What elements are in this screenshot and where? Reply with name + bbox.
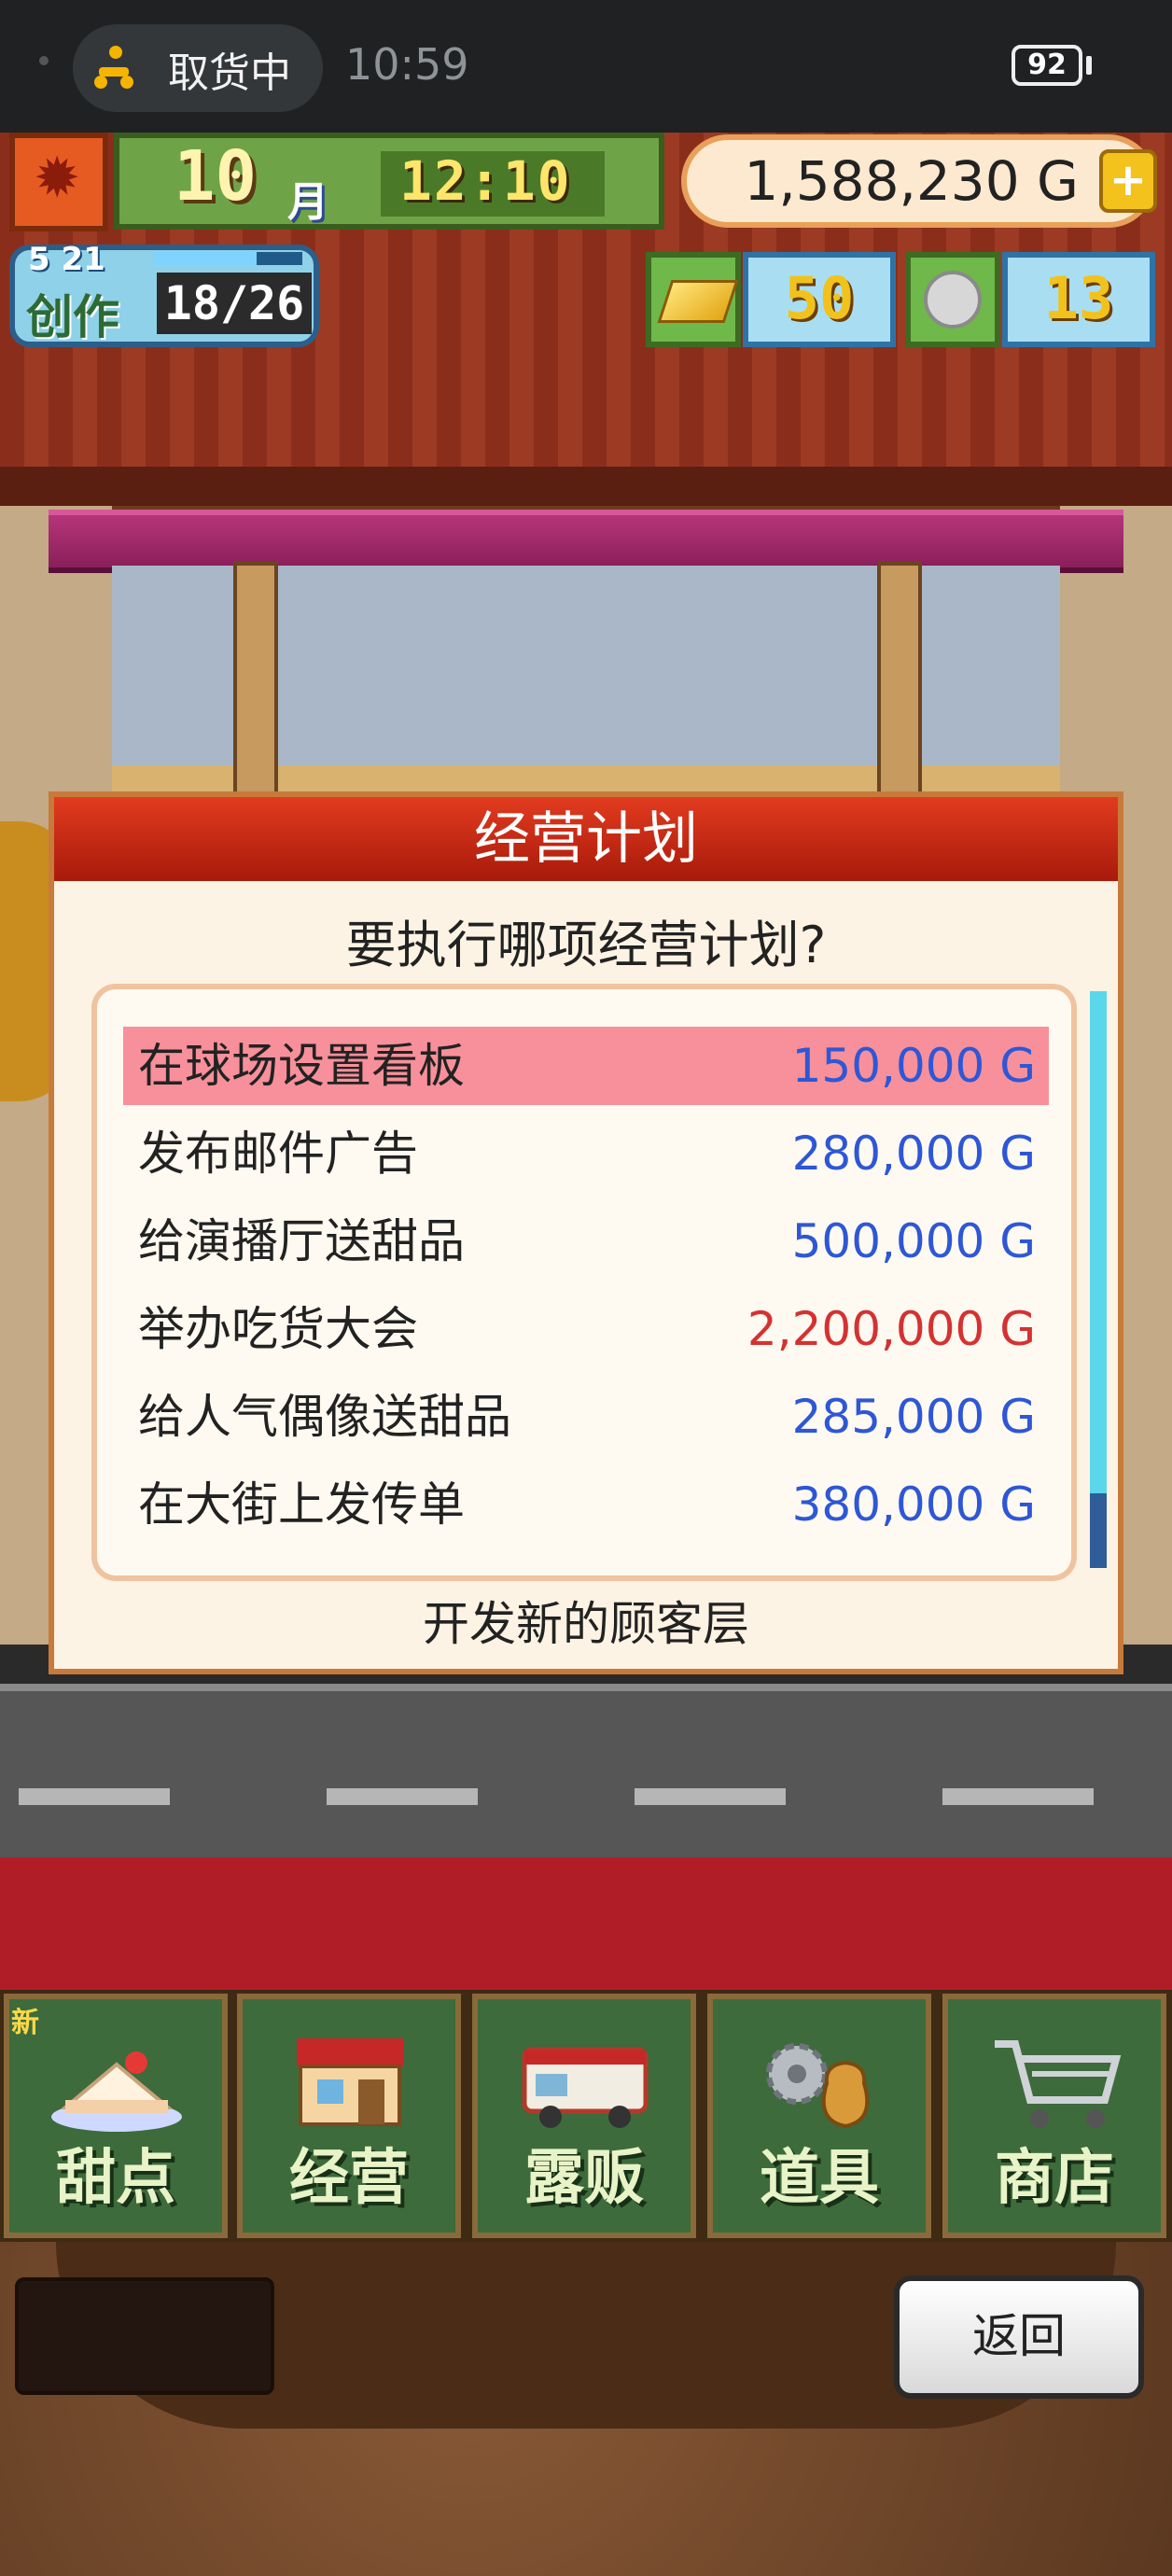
plan-cost: 500,000 G xyxy=(791,1214,1036,1268)
road-marking xyxy=(942,1788,1094,1805)
plan-name: 在大街上发传单 xyxy=(138,1477,465,1532)
menu-label: 经营 xyxy=(289,2144,409,2213)
food-truck-icon xyxy=(515,2027,655,2139)
back-button[interactable]: 返回 xyxy=(894,2275,1144,2399)
new-badge: 新 xyxy=(11,2007,39,2039)
plan-name: 在球场设置看板 xyxy=(138,1039,465,1093)
plan-cost: 380,000 G xyxy=(791,1477,1036,1532)
red-carpet xyxy=(0,1857,1172,1990)
road-marking xyxy=(635,1788,786,1805)
clock-time: 10:59 xyxy=(345,39,469,90)
medal-icon xyxy=(924,271,982,329)
create-progress-fill xyxy=(153,252,257,265)
plan-name: 举办吃货大会 xyxy=(138,1302,418,1356)
plan-cost: 280,000 G xyxy=(791,1127,1036,1181)
month-number: 10 xyxy=(174,136,258,217)
game-clock: 12:10 xyxy=(399,149,572,213)
menu-label: 露贩 xyxy=(524,2144,644,2213)
road-marking xyxy=(327,1788,478,1805)
plan-name: 给演播厅送甜品 xyxy=(138,1214,465,1268)
menu-management-button[interactable]: 经营 xyxy=(237,1994,461,2238)
dialog-title: 经营计划 xyxy=(474,806,698,872)
maple-leaf-icon: ✹ xyxy=(34,146,81,211)
dialog-question: 要执行哪项经营计划? xyxy=(345,916,827,974)
medal-count: 13 xyxy=(1002,252,1155,347)
menu-label: 商店 xyxy=(995,2144,1114,2213)
roof-shade xyxy=(0,467,1172,506)
plan-description: 开发新的顾客层 xyxy=(423,1597,749,1651)
create-label: 创作 xyxy=(26,290,119,344)
money-amount: 1,588,230 G xyxy=(744,149,1079,213)
season-badge: ✹ xyxy=(9,133,108,231)
road-marking xyxy=(19,1788,170,1805)
plan-row[interactable]: 在球场设置看板 150,000 G xyxy=(123,1027,1049,1105)
shop-pillar xyxy=(877,562,922,812)
add-money-button[interactable]: + xyxy=(1099,149,1157,213)
gold-bar-icon xyxy=(657,280,739,323)
plan-cost: 285,000 G xyxy=(791,1390,1036,1444)
month-unit: 月 xyxy=(287,178,328,226)
gold-bar-count: 50 xyxy=(743,252,896,347)
plan-row[interactable]: 举办吃货大会 2,200,000 G xyxy=(123,1290,1049,1368)
plan-list-scrollbar[interactable] xyxy=(1090,991,1107,1568)
menu-label: 甜点 xyxy=(56,2144,175,2213)
plan-row[interactable]: 在大街上发传单 380,000 G xyxy=(123,1465,1049,1544)
activity-label: 取货中 xyxy=(168,49,291,97)
shop-building-icon xyxy=(280,2027,420,2139)
plan-cost: 2,200,000 G xyxy=(746,1302,1036,1356)
plan-row[interactable]: 给人气偶像送甜品 285,000 G xyxy=(123,1378,1049,1456)
plan-row[interactable]: 给演播厅送甜品 500,000 G xyxy=(123,1202,1049,1281)
shop-pillar xyxy=(233,562,278,812)
plan-name: 给人气偶像送甜品 xyxy=(138,1390,511,1444)
plan-row[interactable]: 发布邮件广告 280,000 G xyxy=(123,1114,1049,1193)
shop-awning xyxy=(49,510,1123,573)
shopping-cart-icon xyxy=(985,2027,1125,2139)
street-road xyxy=(0,1691,1172,1857)
menu-label: 道具 xyxy=(760,2144,879,2213)
message-slot xyxy=(15,2277,274,2395)
create-progress-count: 18/26 xyxy=(157,273,312,334)
menu-items-button[interactable]: 道具 xyxy=(707,1994,931,2238)
battery-tip xyxy=(1086,56,1092,75)
delivery-scooter-icon xyxy=(88,41,140,93)
plan-name: 发布邮件广告 xyxy=(138,1127,418,1181)
create-rank: 5 21 xyxy=(28,241,105,278)
cake-icon xyxy=(47,2027,187,2139)
gold-bar-slot[interactable] xyxy=(646,252,741,347)
menu-food-truck-button[interactable]: 露贩 xyxy=(472,1994,696,2238)
gear-and-sack-icon xyxy=(750,2027,890,2139)
menu-store-button[interactable]: 商店 xyxy=(942,1994,1166,2238)
plan-cost: 150,000 G xyxy=(791,1039,1036,1093)
plan-list-scroll-thumb[interactable] xyxy=(1090,1493,1107,1568)
battery-indicator: 92 xyxy=(1012,45,1082,86)
medal-slot[interactable] xyxy=(905,252,1000,347)
status-dot xyxy=(39,56,49,65)
